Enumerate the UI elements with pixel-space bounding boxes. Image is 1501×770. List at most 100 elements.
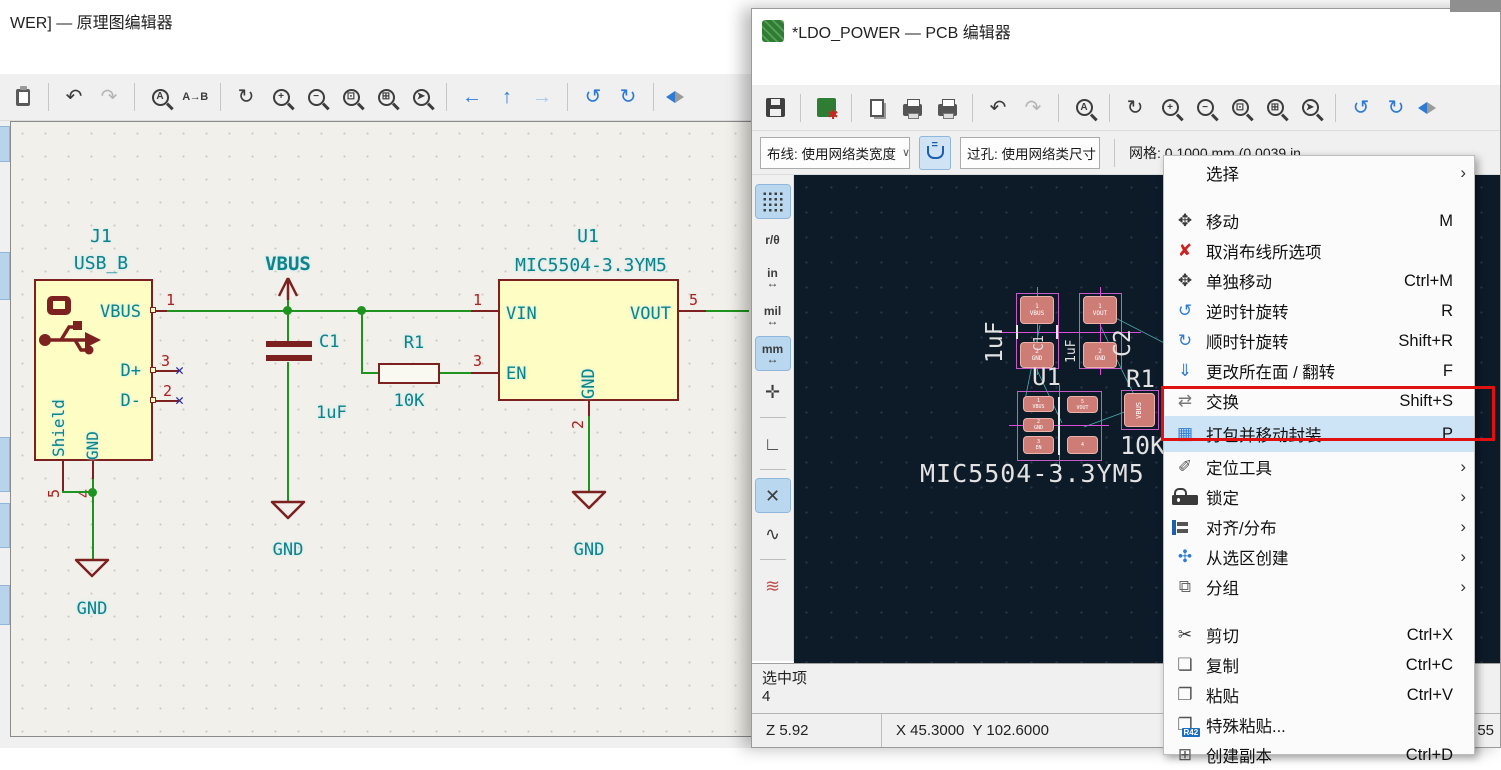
left-tool-fragment[interactable] [0,585,10,625]
menu-item-copy[interactable]: ❏ 复制 Ctrl+C [1164,650,1474,680]
wire-vbus[interactable] [167,310,471,312]
undo-button[interactable]: ↶ [59,82,89,112]
menu-item-group[interactable]: ⧉ 分组 › [1164,572,1474,602]
separator [760,559,786,560]
menu-item-position-tools[interactable]: ✐ 定位工具 › [1164,452,1474,482]
curved-ratsnest-toggle[interactable]: ∿ [756,517,790,550]
board-setup-button[interactable] [811,93,841,123]
save-button[interactable] [760,93,790,123]
wire-u1-gnd[interactable] [588,416,590,491]
pad[interactable]: 2 GND [1023,418,1054,432]
menu-item-paste[interactable]: ❐ 粘贴 Ctrl+V [1164,680,1474,710]
menu-item-lock[interactable]: 锁定 › [1164,482,1474,512]
find-button[interactable]: A [1069,93,1099,123]
redo-button[interactable]: ↷ [94,82,124,112]
via-size-dropdown[interactable]: 过孔: 使用网络类尺寸 ∨ [960,137,1100,169]
zoom-objects-button[interactable]: ⊞ [1260,93,1290,123]
find-replace-button[interactable]: A→B [180,82,210,112]
menu-item-select[interactable]: 选择 › [1164,158,1474,188]
refresh-button[interactable]: ↻ [231,82,261,112]
units-inches-toggle[interactable]: in ↔ [756,261,790,294]
schematic-canvas[interactable]: J1 USB_B VBUS D+ D- Shield GND [10,121,752,737]
pad[interactable]: VBUS [1124,393,1155,427]
rotate-ccw-button[interactable]: ↺ [578,82,608,112]
mirror-button[interactable] [664,82,694,112]
curved-ratsnest-icon: ∿ [765,525,780,543]
menu-item-cut[interactable]: ✂ 剪切 Ctrl+X [1164,620,1474,650]
forward-button[interactable]: → [527,82,557,112]
track-width-toggle-button[interactable] [919,136,951,170]
pad[interactable]: 4 [1067,436,1098,454]
zoom-out-button[interactable]: − [301,82,331,112]
silkscreen-line [1056,325,1058,339]
zoom-out-icon: − [308,89,325,106]
zoom-fit-button[interactable]: ⊡ [336,82,366,112]
undo-button[interactable]: ↶ [983,93,1013,123]
paste-button[interactable] [8,82,38,112]
footprint-value: 1uF [1064,303,1079,363]
refresh-button[interactable]: ↻ [1120,93,1150,123]
menu-item-move[interactable]: ✥ 移动 M [1164,206,1474,236]
print-button[interactable] [897,93,927,123]
component-ref: R1 [391,333,437,353]
pin-number: 1 [166,291,175,309]
units-mils-toggle[interactable]: mil ↔ [756,299,790,332]
wire-r1-right[interactable] [440,372,471,374]
rotate-ccw-button[interactable]: ↺ [1346,93,1376,123]
net-highlight-toggle[interactable]: ≋ [756,569,790,602]
pad[interactable]: 3 EN [1023,436,1054,454]
wire-c1-gnd[interactable] [287,362,289,501]
zoom-fit-button[interactable]: ⊡ [1225,93,1255,123]
menu-item-create-from-selection[interactable]: ✣ 从选区创建 › [1164,542,1474,572]
angle-45-toggle[interactable]: ∟ [756,427,790,460]
menu-item-duplicate[interactable]: ⊞ 创建副本 Ctrl+D [1164,740,1474,770]
menu-item-align-distribute[interactable]: 对齐/分布 › [1164,512,1474,542]
flip-button[interactable] [1416,93,1446,123]
redo-button[interactable]: ↷ [1018,93,1048,123]
up-button[interactable]: ↑ [492,82,522,112]
back-button[interactable]: ← [457,82,487,112]
zoom-objects-button[interactable]: ⊞ [371,82,401,112]
zoom-selection-button[interactable]: ➤ [1295,93,1325,123]
menu-item-paste-special[interactable]: ❐ 特殊粘贴... R42 [1164,710,1474,740]
menu-item-rotate-ccw[interactable]: ↺ 逆时针旋转 R [1164,296,1474,326]
left-tool-fragment[interactable] [0,252,10,300]
grid-dots-toggle[interactable] [756,185,790,218]
crosshair-cursor-toggle[interactable]: ✛ [756,375,790,408]
zoom-in-icon: + [1162,99,1179,116]
page-settings-button[interactable] [862,93,892,123]
cut-icon: ✂ [1172,625,1198,645]
wire-r1-branch[interactable] [361,311,363,373]
units-mm-toggle[interactable]: mm ↔ [756,337,790,370]
zoom-selection-button[interactable]: ➤ [406,82,436,112]
ratsnest-toggle[interactable]: ✕ [756,479,790,512]
zoom-in-button[interactable]: + [1155,93,1185,123]
wire-vout[interactable] [706,310,749,312]
context-menu: 选择 › ✥ 移动 M ✘ 取消布线所选项 ✥ 单独移动 Ctrl+M ↺ 逆时… [1163,155,1475,755]
left-tool-fragment[interactable] [0,126,10,162]
zoom-in-button[interactable]: + [266,82,296,112]
pad[interactable]: 1 VBUS [1023,396,1054,412]
find-button[interactable]: A [145,82,175,112]
power-label: GND [258,540,318,560]
crosshair-cursor-icon: ✛ [765,383,780,401]
polar-coords-toggle[interactable]: r/θ [756,223,790,256]
left-tool-fragment[interactable] [0,437,10,492]
menu-item-flip[interactable]: ⇓ 更改所在面 / 翻转 F [1164,356,1474,386]
pin-name-gnd: GND [579,325,599,399]
footprint-value: 1uF [982,297,1008,363]
cap-plate [266,355,312,361]
menu-item-unroute-selected[interactable]: ✘ 取消布线所选项 [1164,236,1474,266]
pcb-menubar [752,53,1500,85]
rotate-cw-button[interactable]: ↻ [1381,93,1411,123]
pad[interactable]: 5 VOUT [1067,396,1098,413]
create-from-selection-icon: ✣ [1172,547,1198,567]
rotate-cw-button[interactable]: ↻ [613,82,643,112]
menu-item-move-individually[interactable]: ✥ 单独移动 Ctrl+M [1164,266,1474,296]
wire-c1-top[interactable] [287,311,289,341]
track-width-dropdown[interactable]: 布线: 使用网络类宽度 ∨ [760,137,910,169]
left-tool-fragment[interactable] [0,503,10,548]
zoom-out-button[interactable]: − [1190,93,1220,123]
menu-item-rotate-cw[interactable]: ↻ 顺时针旋转 Shift+R [1164,326,1474,356]
plot-button[interactable] [932,93,962,123]
